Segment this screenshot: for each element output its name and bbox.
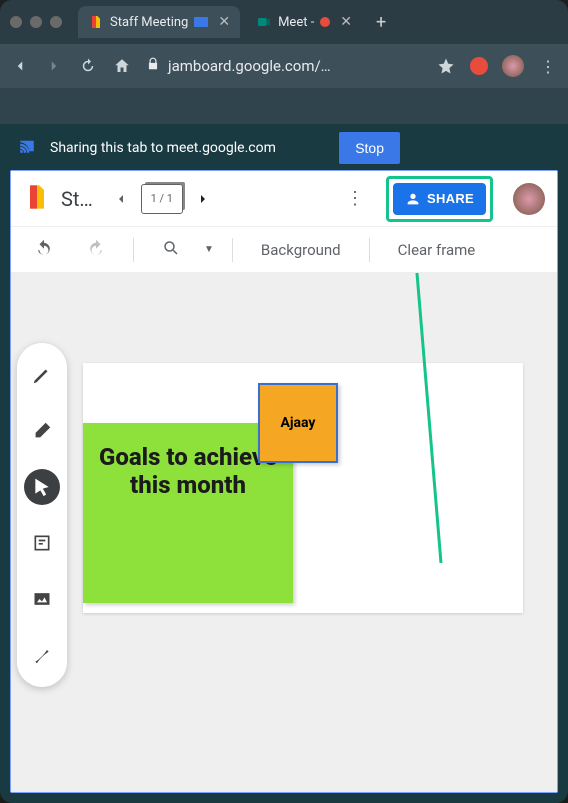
new-tab-button[interactable]: + — [368, 12, 394, 33]
jamboard-app: St… 1 / 1 ⋮ SHARE — [10, 170, 558, 793]
background-button[interactable]: Background — [251, 237, 351, 263]
sticky-note-tool[interactable] — [24, 525, 60, 561]
back-button[interactable] — [10, 56, 30, 76]
forward-button[interactable] — [44, 56, 64, 76]
bookmarks-bar — [0, 88, 568, 124]
prev-frame-button[interactable] — [107, 185, 135, 213]
toolbar: ▼ Background Clear frame — [11, 227, 557, 273]
canvas-area[interactable]: Goals to achieve this month Ajaay — [11, 273, 557, 792]
select-tool[interactable] — [24, 469, 60, 505]
tab-title: Staff Meeting — [110, 15, 188, 30]
browser-tab-jamboard[interactable]: Staff Meeting ✕ — [78, 6, 240, 38]
tool-rail — [17, 343, 67, 687]
chevron-down-icon[interactable]: ▼ — [204, 244, 214, 255]
close-icon[interactable]: ✕ — [340, 14, 352, 30]
clear-frame-button[interactable]: Clear frame — [388, 237, 486, 263]
share-button[interactable]: SHARE — [393, 183, 486, 215]
profile-avatar[interactable] — [502, 55, 524, 77]
document-title[interactable]: St… — [61, 187, 93, 211]
url-text: jamboard.google.com/… — [168, 57, 331, 75]
frame-counter[interactable]: 1 / 1 — [141, 184, 183, 214]
share-highlight: SHARE — [386, 176, 493, 222]
frame-navigator: 1 / 1 — [107, 184, 217, 214]
separator — [232, 238, 233, 262]
address-bar: jamboard.google.com/… ⋮ — [0, 44, 568, 88]
url-field[interactable]: jamboard.google.com/… — [146, 57, 422, 75]
traffic-light-min[interactable] — [30, 16, 42, 28]
traffic-light-max[interactable] — [50, 16, 62, 28]
account-avatar[interactable] — [513, 183, 545, 215]
sharing-text: Sharing this tab to meet.google.com — [50, 140, 276, 156]
lock-icon — [146, 57, 160, 75]
window-titlebar: Staff Meeting ✕ Meet - ✕ + — [0, 0, 568, 44]
undo-button[interactable] — [25, 235, 63, 265]
app-header: St… 1 / 1 ⋮ SHARE — [11, 171, 557, 227]
recording-icon — [320, 17, 330, 27]
browser-tab-meet[interactable]: Meet - ✕ — [246, 6, 362, 38]
stop-sharing-button[interactable]: Stop — [339, 132, 400, 164]
image-tool[interactable] — [24, 581, 60, 617]
laser-tool[interactable] — [24, 637, 60, 673]
tab-sharing-bar: Sharing this tab to meet.google.com Stop — [0, 124, 568, 172]
traffic-light-close[interactable] — [10, 16, 22, 28]
jamboard-logo-icon — [23, 183, 51, 215]
reload-button[interactable] — [78, 56, 98, 76]
window-controls[interactable] — [10, 16, 62, 28]
next-frame-button[interactable] — [189, 185, 217, 213]
redo-button[interactable] — [77, 235, 115, 265]
screen-share-icon — [194, 17, 208, 27]
separator — [133, 238, 134, 262]
sticky-note-orange[interactable]: Ajaay — [258, 383, 338, 463]
meet-icon — [256, 14, 272, 30]
cast-icon — [18, 137, 36, 159]
jamboard-icon — [88, 14, 104, 30]
star-icon[interactable] — [436, 56, 456, 76]
pen-tool[interactable] — [24, 357, 60, 393]
more-menu-button[interactable]: ⋮ — [340, 188, 370, 209]
frame-canvas[interactable]: Goals to achieve this month Ajaay — [83, 363, 523, 613]
eraser-tool[interactable] — [24, 413, 60, 449]
menu-icon[interactable]: ⋮ — [538, 56, 558, 76]
close-icon[interactable]: ✕ — [218, 14, 230, 30]
tab-title: Meet - — [278, 15, 314, 30]
separator — [369, 238, 370, 262]
zoom-button[interactable] — [152, 235, 190, 265]
home-button[interactable] — [112, 56, 132, 76]
extension-icon[interactable] — [470, 57, 488, 75]
person-add-icon — [405, 191, 421, 207]
